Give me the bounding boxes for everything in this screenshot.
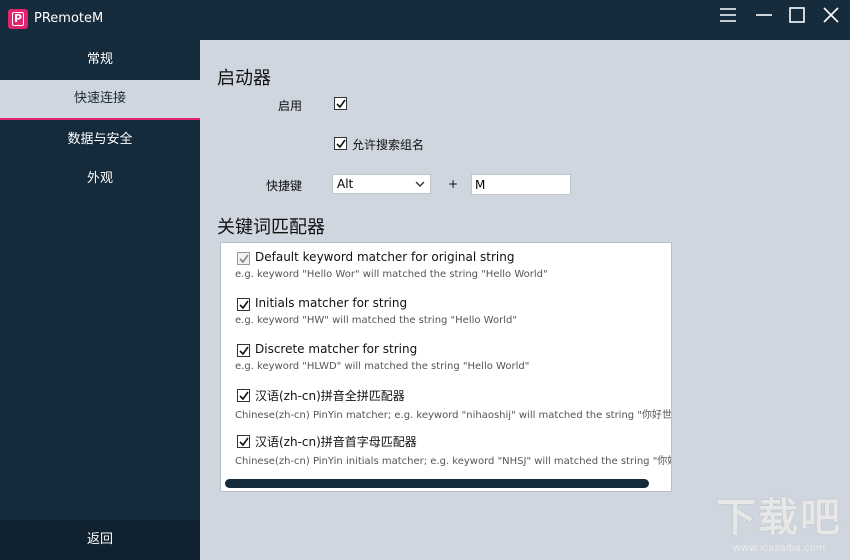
sidebar-item-data-security[interactable]: 数据与安全 (0, 120, 200, 160)
horizontal-scrollbar[interactable] (225, 479, 649, 488)
matcher-description: e.g. keyword "HW" will matched the strin… (235, 315, 517, 326)
keyword-matcher-list: Default keyword matcher for original str… (220, 242, 672, 492)
matcher-title: Initials matcher for string (255, 296, 408, 310)
launcher-section-title: 启动器 (217, 68, 271, 89)
list-item: Default keyword matcher for original str… (221, 243, 671, 287)
matcher-checkbox (237, 252, 250, 265)
matcher-description: e.g. keyword "Hello Wor" will matched th… (235, 269, 548, 280)
hotkey-modifier-value: Alt (337, 177, 354, 191)
watermark-logo: 下载吧 www.xiazaiba.com (716, 485, 842, 554)
list-item: 汉语(zh-cn)拼音全拼匹配器 Chinese(zh-cn) PinYin m… (221, 380, 671, 424)
maximize-icon[interactable] (781, 4, 813, 32)
sidebar: 常规 快速连接 数据与安全 外观 返回 (0, 40, 200, 560)
matcher-checkbox[interactable] (237, 389, 250, 402)
matcher-title: 汉语(zh-cn)拼音首字母匹配器 (255, 435, 417, 449)
app-logo-icon: P (8, 9, 28, 29)
matcher-title: 汉语(zh-cn)拼音全拼匹配器 (255, 389, 405, 403)
sidebar-item-appearance[interactable]: 外观 (0, 159, 200, 199)
matcher-checkbox[interactable] (237, 435, 250, 448)
list-item: Initials matcher for string e.g. keyword… (221, 289, 671, 333)
allow-search-group-label: 允许搜索组名 (352, 138, 425, 152)
close-icon[interactable] (815, 4, 847, 32)
plus-sign: + (448, 177, 459, 191)
keyword-matcher-section-title: 关键词匹配器 (217, 217, 325, 238)
list-item: Discrete matcher for string e.g. keyword… (221, 335, 671, 379)
allow-search-group-checkbox[interactable] (334, 137, 347, 150)
hotkey-modifier-select[interactable]: Alt (332, 174, 431, 194)
list-item: 汉语(zh-cn)拼音首字母匹配器 Chinese(zh-cn) PinYin … (221, 426, 671, 470)
enable-checkbox[interactable] (334, 97, 347, 110)
menu-icon[interactable] (712, 4, 744, 32)
hotkey-key-input[interactable] (471, 174, 571, 195)
back-button[interactable]: 返回 (0, 520, 200, 560)
matcher-description: Chinese(zh-cn) PinYin initials matcher; … (235, 456, 672, 467)
watermark-url: www.xiazaiba.com (732, 543, 826, 554)
watermark-text: 下载吧 (716, 495, 842, 541)
matcher-title: Default keyword matcher for original str… (255, 250, 515, 264)
hotkey-label: 快捷键 (265, 179, 302, 193)
matcher-description: e.g. keyword "HLWD" will matched the str… (235, 361, 530, 372)
matcher-description: Chinese(zh-cn) PinYin matcher; e.g. keyw… (235, 410, 672, 421)
main-content: 启动器 启用 允许搜索组名 快捷键 Alt + 关键词匹配器 Default k… (200, 40, 850, 560)
enable-label: 启用 (277, 99, 302, 113)
matcher-title: Discrete matcher for string (255, 342, 418, 356)
minimize-icon[interactable] (748, 4, 780, 32)
matcher-checkbox[interactable] (237, 344, 250, 357)
chevron-down-icon (415, 181, 425, 187)
sidebar-item-general[interactable]: 常规 (0, 40, 200, 80)
sidebar-item-quick-connect[interactable]: 快速连接 (0, 80, 200, 120)
title-bar: P PRemoteM (0, 0, 850, 40)
app-title: PRemoteM (34, 11, 104, 26)
matcher-checkbox[interactable] (237, 298, 250, 311)
